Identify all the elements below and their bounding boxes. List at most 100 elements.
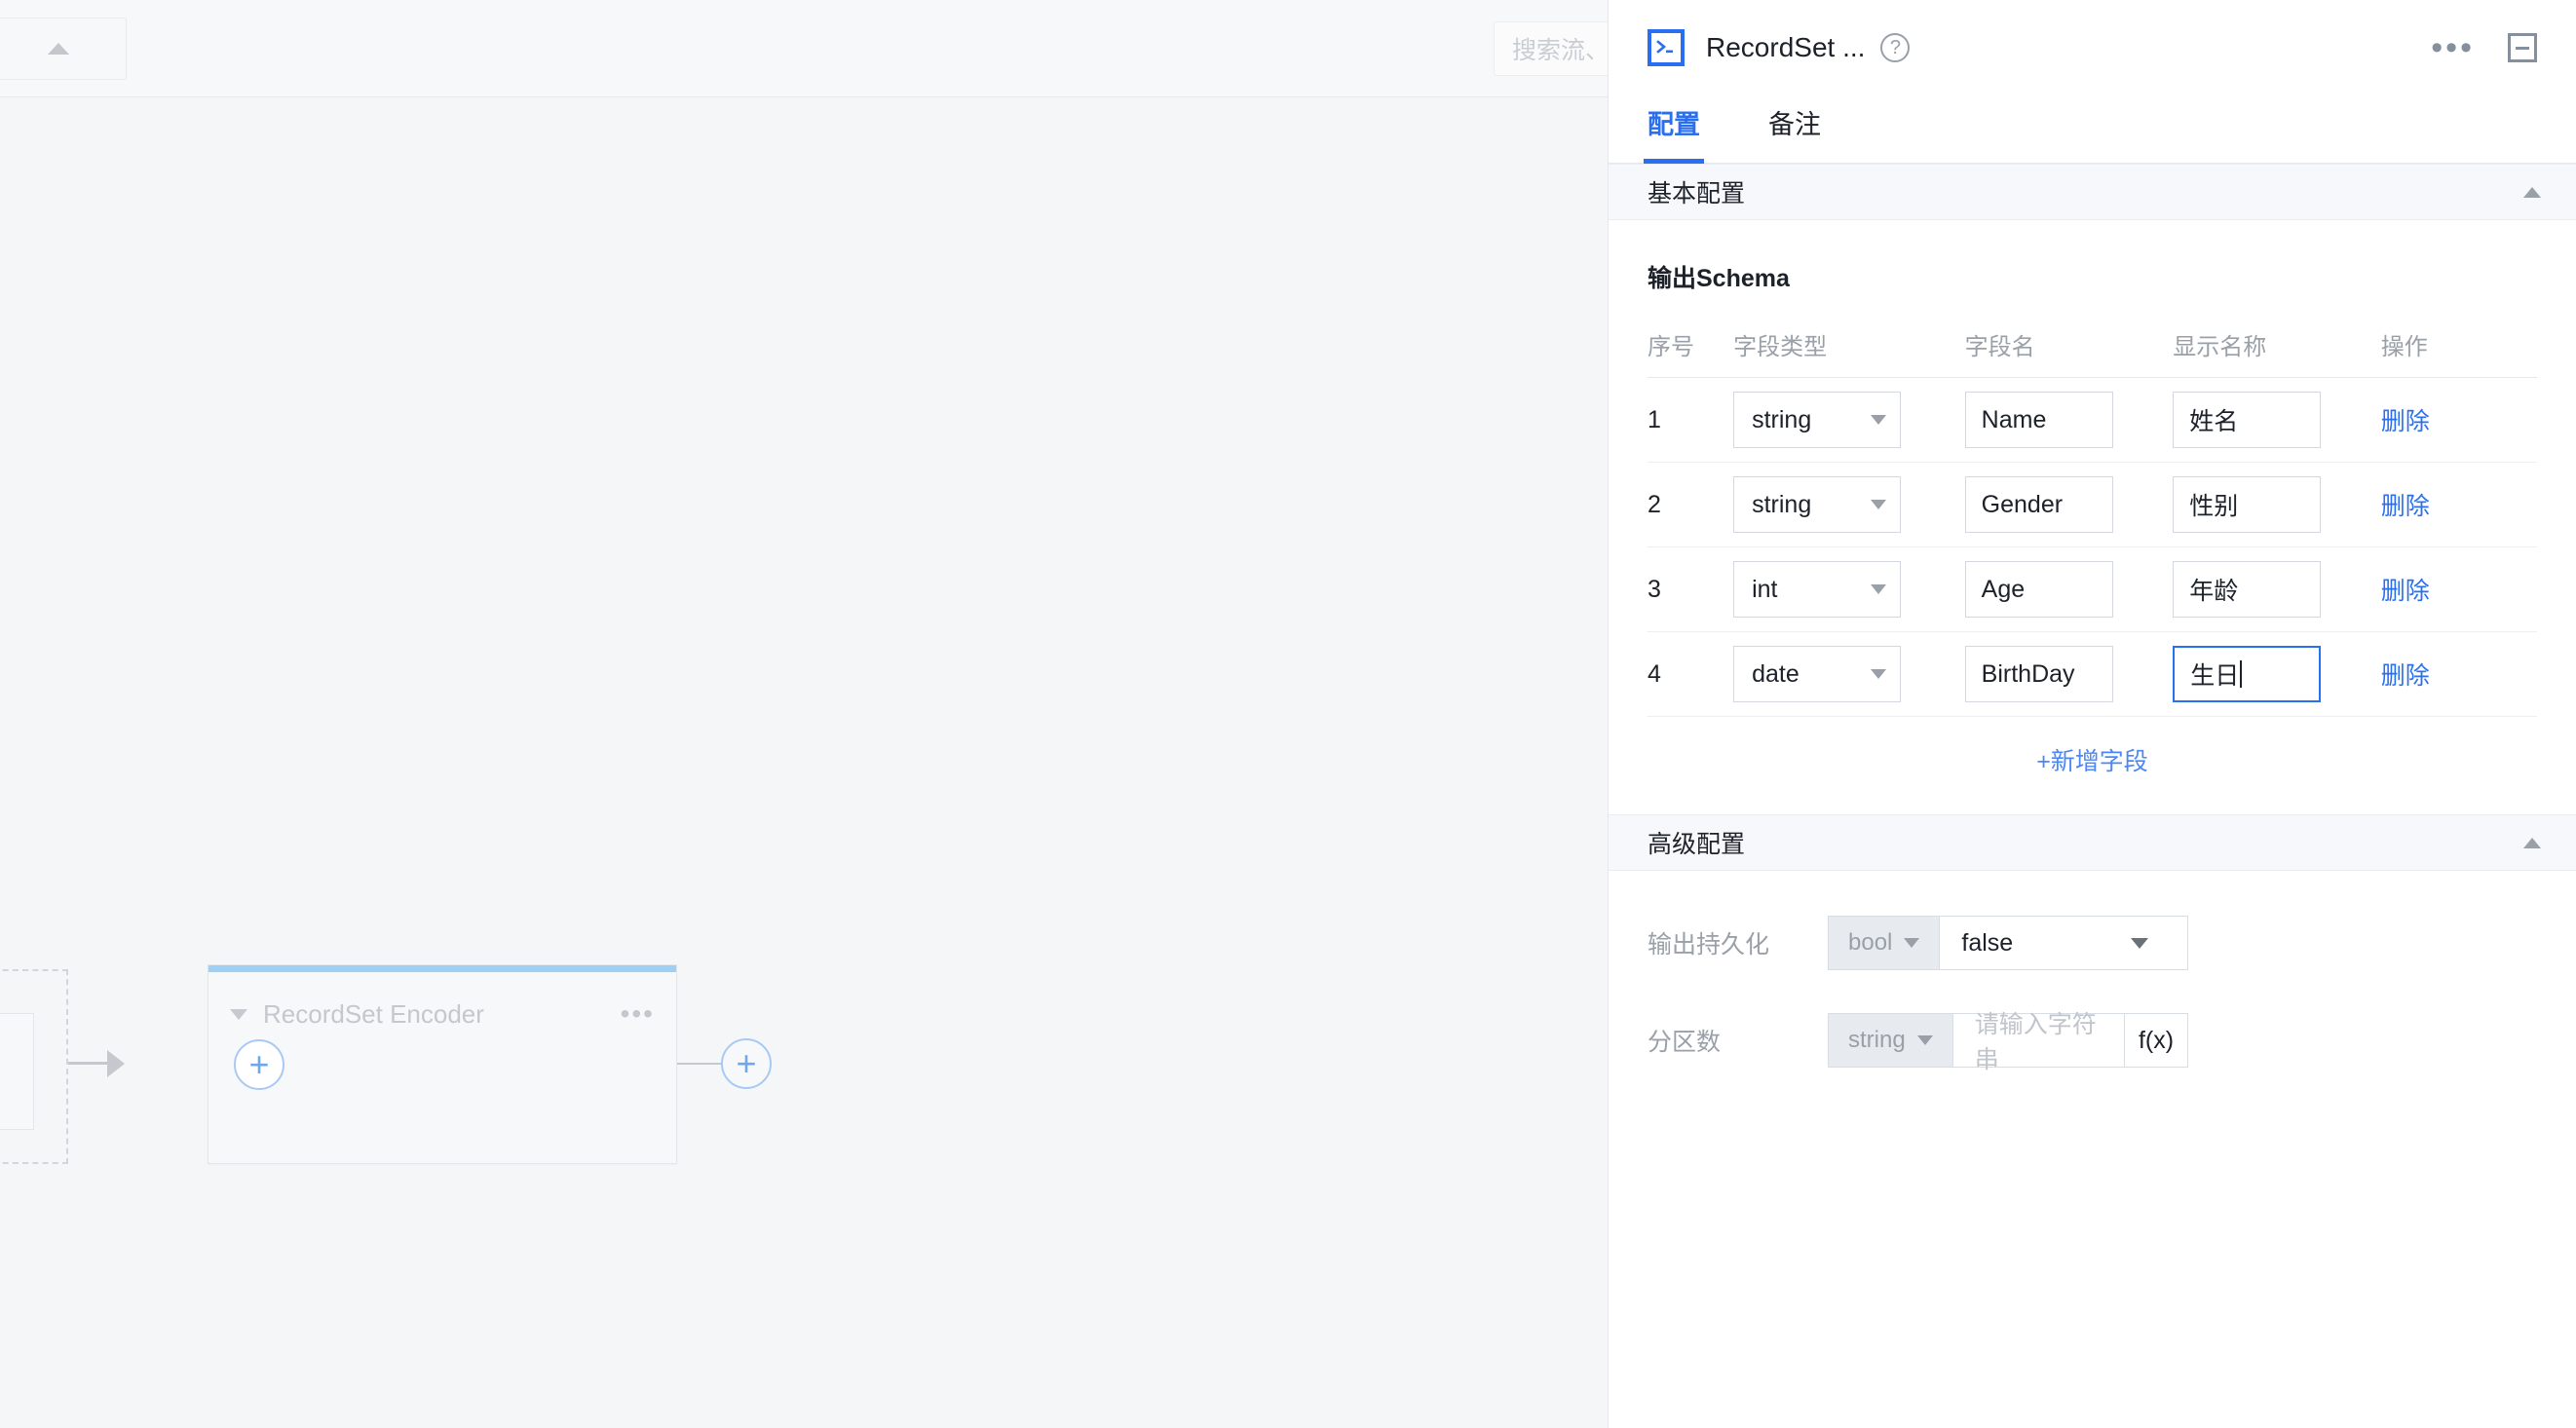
more-dots-icon[interactable]: ••• xyxy=(621,1000,655,1028)
display-name-input[interactable]: 年龄 xyxy=(2173,561,2322,618)
delete-row-link[interactable]: 删除 xyxy=(2381,578,2430,605)
chevron-down-icon xyxy=(1871,415,1887,425)
chevron-down-icon xyxy=(1871,584,1887,594)
display-name-value: 年龄 xyxy=(2189,578,2239,605)
field-type-value: string xyxy=(1752,490,1812,518)
field-type-value: date xyxy=(1752,659,1799,688)
form-row-partition-count: 分区数 string 请输入字符串 f(x) xyxy=(1648,1011,2537,1073)
section-header-advanced[interactable]: 高级配置 xyxy=(1609,814,2576,871)
field-name-value: Age xyxy=(1981,575,2026,603)
section-header-basic[interactable]: 基本配置 xyxy=(1609,164,2576,220)
delete-row-link[interactable]: 删除 xyxy=(2381,662,2430,690)
field-name-value: Name xyxy=(1981,405,2047,433)
section-body-basic: 输出Schema 序号 字段类型 字段名 显示名称 操作 1 string Na… xyxy=(1609,259,2576,787)
search-placeholder: 搜索流、 xyxy=(1512,37,1608,64)
field-type-select[interactable]: date xyxy=(1733,646,1902,702)
table-row: 3 int Age 年龄 删除 xyxy=(1648,546,2537,632)
field-type-value: string xyxy=(1752,405,1812,433)
partition-count-input[interactable]: 请输入字符串 xyxy=(1953,1011,2124,1073)
caret-down-icon[interactable] xyxy=(230,1008,247,1020)
field-type-select[interactable]: string xyxy=(1733,392,1902,448)
field-name-value: Gender xyxy=(1981,490,2064,518)
section-title-advanced: 高级配置 xyxy=(1648,831,1746,858)
node-accent-bar xyxy=(208,965,676,972)
chevron-down-icon xyxy=(1871,500,1887,509)
output-persistence-value: false xyxy=(1961,928,2014,957)
tab-config[interactable]: 配置 xyxy=(1644,95,1704,164)
section-body-advanced: 输出持久化 bool false 分区数 string 请输入字符串 f(x) xyxy=(1609,871,2576,1073)
help-circle-icon[interactable]: ? xyxy=(1880,33,1911,62)
delete-row-link[interactable]: 删除 xyxy=(2381,493,2430,520)
display-name-value: 生日 xyxy=(2190,662,2240,690)
add-node-inner-button[interactable]: + xyxy=(234,1039,284,1090)
row-index: 3 xyxy=(1648,575,1661,603)
display-name-input[interactable]: 姓名 xyxy=(2173,392,2322,448)
label-output-persistence: 输出持久化 xyxy=(1648,931,1770,958)
table-row: 1 string Name 姓名 删除 xyxy=(1648,377,2537,463)
display-name-value: 姓名 xyxy=(2189,408,2239,435)
field-name-input[interactable]: Gender xyxy=(1964,476,2113,533)
table-row: 2 string Gender 性别 删除 xyxy=(1648,462,2537,547)
field-name-input[interactable]: BirthDay xyxy=(1964,646,2113,702)
chevron-down-icon xyxy=(1916,1035,1933,1045)
text-cursor xyxy=(2240,660,2243,688)
partition-count-field: string 请输入字符串 f(x) xyxy=(1828,1011,2188,1073)
display-name-input[interactable]: 性别 xyxy=(2173,476,2322,533)
column-header-index: 序号 xyxy=(1648,327,1734,378)
value-type-label: bool xyxy=(1848,929,1893,956)
edge-incoming xyxy=(68,1062,109,1065)
plus-icon: + xyxy=(248,1044,270,1084)
display-name-value: 性别 xyxy=(2189,493,2239,520)
form-row-output-persistence: 输出持久化 bool false xyxy=(1648,916,2537,970)
upstream-node[interactable] xyxy=(0,1013,34,1130)
panel-header: RecordSet ... ? ••• xyxy=(1609,0,2576,95)
field-type-select[interactable]: int xyxy=(1733,561,1902,618)
panel-header-actions: ••• xyxy=(2431,31,2537,64)
node-header: RecordSet Encoder ••• xyxy=(208,995,676,1033)
more-dots-icon[interactable]: ••• xyxy=(2431,31,2475,64)
caret-up-icon[interactable] xyxy=(2523,837,2541,848)
triangle-up-icon xyxy=(48,43,69,55)
node-title: RecordSet Encoder xyxy=(263,998,484,1029)
flow-canvas[interactable]: 搜索流、 RecordSet Encoder ••• + + xyxy=(0,0,1608,1428)
panel-title: RecordSet ... xyxy=(1706,32,1866,62)
schema-table-header-row: 序号 字段类型 字段名 显示名称 操作 xyxy=(1648,327,2537,378)
minimize-bar xyxy=(2516,46,2529,50)
plus-icon: + xyxy=(736,1043,757,1083)
search-input[interactable]: 搜索流、 xyxy=(1494,21,1608,76)
chevron-down-icon-wrapper xyxy=(2131,937,2170,949)
row-index: 4 xyxy=(1648,659,1661,688)
output-persistence-field: bool false xyxy=(1828,916,2188,970)
value-type-select-string[interactable]: string xyxy=(1829,1014,1953,1067)
minimize-icon[interactable] xyxy=(2508,33,2537,62)
panel-tabs: 配置 备注 xyxy=(1609,95,2576,164)
canvas-toolbar: 搜索流、 xyxy=(0,0,1608,97)
section-title-basic: 基本配置 xyxy=(1648,180,1746,207)
display-name-input-focused[interactable]: 生日 xyxy=(2173,646,2322,702)
column-header-display: 显示名称 xyxy=(2173,327,2381,378)
caret-up-icon[interactable] xyxy=(2523,186,2541,198)
field-type-value: int xyxy=(1752,575,1778,603)
value-type-label: string xyxy=(1848,1027,1906,1053)
delete-row-link[interactable]: 删除 xyxy=(2381,408,2430,435)
field-type-select[interactable]: string xyxy=(1733,476,1902,533)
properties-panel: RecordSet ... ? ••• 配置 备注 基本配置 输出Schema xyxy=(1608,0,2576,1428)
add-field-button[interactable]: +新增字段 xyxy=(1648,717,2537,787)
value-type-select-bool[interactable]: bool xyxy=(1829,917,1941,969)
label-partition-count: 分区数 xyxy=(1648,1029,1722,1056)
chevron-down-icon xyxy=(1904,938,1920,948)
field-name-input[interactable]: Name xyxy=(1964,392,2113,448)
column-header-type: 字段类型 xyxy=(1733,327,1965,378)
partition-count-placeholder: 请输入字符串 xyxy=(1974,1011,2097,1073)
add-node-outer-button[interactable]: + xyxy=(721,1038,772,1089)
field-name-input[interactable]: Age xyxy=(1964,561,2113,618)
toolbar-collapse-button[interactable] xyxy=(0,18,127,80)
tab-notes[interactable]: 备注 xyxy=(1768,95,1821,163)
output-persistence-select[interactable]: false xyxy=(1940,917,2187,969)
field-name-value: BirthDay xyxy=(1981,659,2075,688)
row-index: 2 xyxy=(1648,490,1661,518)
function-expression-button[interactable]: f(x) xyxy=(2124,1014,2187,1067)
edge-incoming-arrow-icon xyxy=(107,1050,125,1077)
row-index: 1 xyxy=(1648,405,1661,433)
column-header-action: 操作 xyxy=(2380,327,2537,378)
